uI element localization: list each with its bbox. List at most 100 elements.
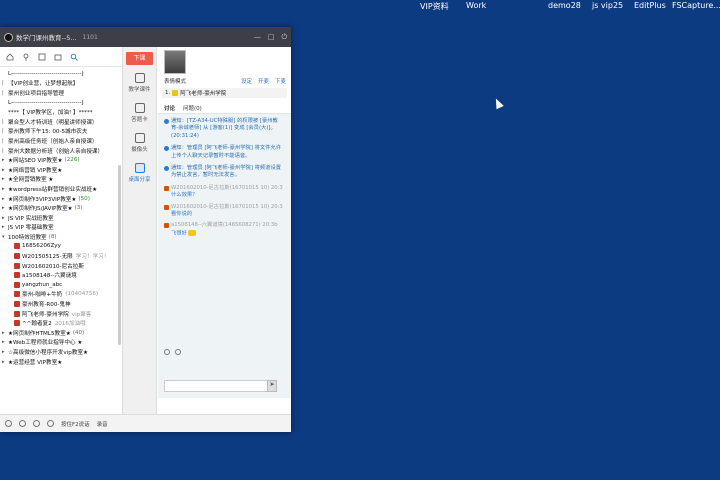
member-row[interactable]: ^^翰者复2 2016加油哦 bbox=[0, 318, 122, 328]
tab-discussion[interactable]: 讨论 bbox=[164, 104, 175, 112]
message-input[interactable] bbox=[164, 380, 272, 392]
member-row[interactable]: 阿飞老师-豪州学院 vip聚客 bbox=[0, 309, 122, 319]
desktop-icon-label[interactable]: demo28 bbox=[548, 1, 581, 10]
emoji-picker-icon[interactable] bbox=[164, 349, 170, 355]
mic-on-link[interactable]: 开麦 bbox=[258, 77, 269, 85]
window-title: 数学门课州教育--5... bbox=[16, 34, 77, 42]
channel-panel: L-----------------------------------J | 【V… bbox=[0, 47, 123, 414]
screenshot-icon[interactable] bbox=[175, 349, 181, 355]
end-class-button[interactable]: 下课 bbox=[126, 52, 153, 65]
tab-questions-label: 问题 bbox=[183, 105, 195, 112]
channel-name: 100特效班教室 bbox=[8, 234, 47, 241]
member-row[interactable]: a1508148--六翼谜境 bbox=[0, 270, 122, 280]
home-icon[interactable] bbox=[6, 52, 14, 61]
microphone-icon[interactable] bbox=[33, 420, 40, 427]
push-to-talk-label[interactable]: 按住F2说话 bbox=[61, 420, 90, 428]
message-sender: a1508148--六翼谜境(1465608271) 20:3b bbox=[171, 222, 278, 229]
message-list: 通知：[TZ-A34-UC特殊服] 的权限被 [豪州教育-余诚老师] 从 [游客… bbox=[158, 114, 291, 346]
message-body: 看你说的 bbox=[171, 211, 193, 218]
info-icon bbox=[164, 119, 169, 124]
member-row[interactable]: W201505125-无限 学习！学习！ bbox=[0, 251, 122, 261]
maximize-button[interactable]: □ bbox=[268, 33, 275, 42]
channel-row[interactable]: ▸ ★wordpress站群营销创业实战班★ bbox=[0, 184, 122, 194]
notice-text: 通知：管理员 [阿飞老师-豪州学院] 将文件允许上传个人聊天记录暂时不能语音。 bbox=[171, 145, 282, 159]
desktop-icon-label[interactable]: Work bbox=[466, 1, 486, 10]
nav-label: 桌面分享 bbox=[128, 177, 151, 183]
channel-name: 豪州高级任务班（创始人亲自授课） bbox=[8, 138, 98, 145]
channel-row[interactable]: ▸ ★网页制作JS/JAVIP教室★ (3) bbox=[0, 203, 122, 213]
channel-name: 聚合型人才特训班（明星讲师授课） bbox=[8, 119, 98, 126]
user-avatar-icon bbox=[14, 291, 20, 298]
nav-camera[interactable]: 摄像头 bbox=[123, 133, 156, 153]
channel-name: ★网络营销 VIP教室★ bbox=[8, 167, 63, 174]
desktop-icon-label[interactable]: FSCapture... bbox=[672, 1, 720, 10]
title-bar[interactable]: 数学门课州教育--5... 1101 — □ ⏻ bbox=[0, 27, 291, 47]
member-row[interactable]: yangzhun_abc bbox=[0, 280, 122, 290]
screen-share-icon bbox=[134, 163, 145, 173]
scrollbar[interactable] bbox=[118, 165, 121, 345]
channel-name: ★全网营销教室 ★ bbox=[8, 177, 54, 184]
chat-tabs: 讨论 问题(0) bbox=[158, 102, 291, 114]
mic-off-link[interactable]: 下麦 bbox=[275, 77, 286, 85]
app-window: 数学门课州教育--5... 1101 — □ ⏻ L--------------… bbox=[0, 27, 291, 432]
user-avatar-icon bbox=[14, 253, 20, 260]
speaker-icon[interactable] bbox=[19, 420, 26, 427]
send-button[interactable]: ➤ bbox=[267, 380, 277, 392]
location-icon[interactable] bbox=[22, 53, 30, 61]
channel-row[interactable]: ▸ ★运营经营 VIP教室★ bbox=[0, 357, 122, 367]
close-button[interactable]: ⏻ bbox=[281, 33, 287, 42]
desktop-icon-label[interactable]: EditPlus bbox=[634, 1, 666, 10]
channel-name: L-----------------------------------J bbox=[8, 70, 84, 77]
channel-row[interactable]: ▸ ☆高级微信小程序开发vip教室★ bbox=[0, 347, 122, 357]
channel-row[interactable]: ▸ ★网页制作HTML5教室★ (40) bbox=[0, 328, 122, 338]
tab-questions[interactable]: 问题(0) bbox=[183, 104, 202, 112]
channel-row[interactable]: L-----------------------------------J bbox=[0, 98, 122, 108]
member-row[interactable]: W201602010-尼古拉斯 bbox=[0, 261, 122, 271]
channel-row[interactable]: ▸ JS VIP 实战班教室 bbox=[0, 213, 122, 223]
channel-row[interactable]: | 【VIP创业营，让梦想起航】 bbox=[0, 79, 122, 89]
channel-row[interactable]: | 豪州大数据分析班（创始人亲自授课） bbox=[0, 146, 122, 156]
list-icon[interactable] bbox=[38, 53, 46, 61]
volume-icon[interactable] bbox=[47, 420, 54, 427]
channel-row[interactable]: ▸ ★网页制作3VIP3VIP教室★ (50) bbox=[0, 194, 122, 204]
member-name: ^^翰者复2 bbox=[22, 321, 52, 328]
desktop-icon-label[interactable]: js vip25 bbox=[592, 1, 623, 10]
channel-row[interactable]: L-----------------------------------J bbox=[0, 69, 122, 79]
minimize-button[interactable]: — bbox=[254, 33, 261, 42]
nav-column: 下课 教学课件 答题卡 摄像头 桌面分享 bbox=[123, 47, 157, 414]
member-row[interactable]: 豪州教育-R00-鬼神 bbox=[0, 299, 122, 309]
record-label[interactable]: 录音 bbox=[97, 420, 108, 428]
channel-row[interactable]: | 聚合型人才特训班（明星讲师授课） bbox=[0, 117, 122, 127]
chat-header bbox=[158, 47, 291, 75]
channel-row[interactable]: ▸ ★全网营销教室 ★ bbox=[0, 175, 122, 185]
channel-row[interactable]: | 豪州创业项目指导管理 bbox=[0, 88, 122, 98]
member-row[interactable]: 豪州-咖啡+牛奶 (10404756) bbox=[0, 290, 122, 300]
info-icon bbox=[164, 146, 169, 152]
mode-label[interactable]: 表情模式 bbox=[164, 77, 186, 85]
channel-row[interactable]: | 豪州高级任务班（创始人亲自授课） bbox=[0, 136, 122, 146]
channel-name: ☆高级微信小程序开发vip教室★ bbox=[8, 350, 88, 357]
settings-icon[interactable] bbox=[5, 420, 12, 427]
mode-bar: 表情模式 设定 开麦 下麦 bbox=[158, 75, 291, 86]
member-name: a1508148--六翼谜境 bbox=[22, 273, 77, 280]
nav-answer-card[interactable]: 答题卡 bbox=[123, 103, 156, 123]
channel-row[interactable]: ▸ JS VIP 零基础教室 bbox=[0, 223, 122, 233]
nav-screen-share[interactable]: 桌面分享 bbox=[123, 163, 156, 183]
settings-link[interactable]: 设定 bbox=[241, 77, 252, 85]
folder-icon[interactable] bbox=[54, 53, 62, 61]
channel-row[interactable]: ▸ ★Web工程师就业指导中心 ★ bbox=[0, 338, 122, 348]
speaker-queue-item[interactable]: 1. 阿飞老师-豪州学院 bbox=[162, 88, 287, 98]
channel-row[interactable]: ▸ ★网络营销 VIP教室★ bbox=[0, 165, 122, 175]
desktop-icon-label[interactable]: VIP资料 bbox=[420, 1, 449, 12]
member-row[interactable]: 16856206Zyy bbox=[0, 242, 122, 252]
channel-name: ****【 VIP教学区，加油! 】***** bbox=[8, 110, 93, 117]
search-icon[interactable] bbox=[70, 53, 78, 61]
channel-row[interactable]: ****【 VIP教学区，加油! 】***** bbox=[0, 107, 122, 117]
nav-courseware[interactable]: 教学课件 bbox=[123, 73, 156, 93]
channel-row[interactable]: | 豪州教师下午15: 00-5城市农夫 bbox=[0, 127, 122, 137]
channel-row[interactable]: ▾ 100特效班教室 (8) bbox=[0, 232, 122, 242]
message-text: 飞哥好 bbox=[171, 230, 187, 237]
channel-row[interactable]: ▸ ★网站SEO VIP教室★ (226) bbox=[0, 155, 122, 165]
channel-name: L-----------------------------------J bbox=[8, 99, 84, 106]
user-avatar-icon bbox=[14, 262, 20, 269]
